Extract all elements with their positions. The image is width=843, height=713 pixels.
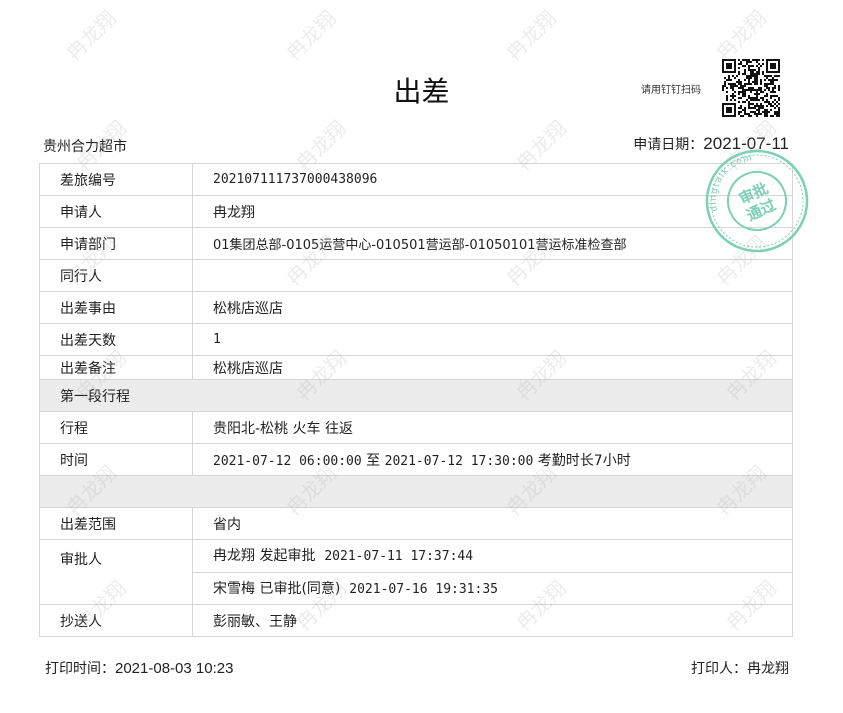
document-title: 出差 (393, 75, 450, 108)
row-label: 出差备注 (39, 355, 193, 380)
qr-code-icon (722, 59, 780, 117)
table-row: 审批人 冉龙翔 发起审批 2021-07-11 17:37:44 宋雪梅 已审批… (39, 539, 793, 605)
approval-entry: 冉龙翔 发起审批 2021-07-11 17:37:44 (193, 540, 792, 572)
travel-form-table: 差旅编号 20210711173700043809​6 申请人 冉龙翔 申请部门… (39, 163, 793, 637)
approval-time: 2021-07-11 17:37:44 (324, 549, 474, 564)
table-row: 出差范围 省内 (39, 507, 793, 540)
cc-list: 彭丽敏、王静 (192, 604, 793, 637)
blank-cell (39, 475, 793, 508)
row-label: 同行人 (39, 259, 193, 292)
approval-entry: 宋雪梅 已审批(同意) 2021-07-16 19:31:35 (193, 572, 792, 604)
table-row: 出差天数 1 (39, 323, 793, 356)
trip-time: 2021-07-12 06:00:00 至 2021-07-12 17:30:0… (192, 443, 793, 476)
approval-name-action: 宋雪梅 已审批(同意) (213, 581, 341, 597)
print-time-value: 2021-08-03 10:23 (115, 660, 234, 677)
table-row: 行程 贵阳北-松桃 火车 往返 (39, 411, 793, 444)
watermark-text: 冉龙翔 (501, 5, 561, 66)
blank-section-row (39, 475, 793, 508)
companions (192, 259, 793, 292)
printer-label: 打印人： (691, 661, 747, 677)
watermark-text: 冉龙翔 (281, 5, 341, 66)
trip-scope: 省内 (192, 507, 793, 540)
time-start: 2021-07-12 06:00:00 (213, 453, 362, 469)
print-time: 打印时间：2021-08-03 10:23 (45, 658, 233, 678)
row-label: 时间 (39, 443, 193, 476)
table-row: 差旅编号 20210711173700043809​6 (39, 163, 793, 196)
time-end: 2021-07-12 17:30:00 (384, 453, 534, 469)
row-label: 审批人 (39, 539, 193, 605)
table-row: 同行人 (39, 259, 793, 292)
printer-value: 冉龙翔 (747, 661, 789, 677)
company-name: 贵州合力超市 (43, 139, 127, 155)
approval-name-action: 冉龙翔 发起审批 (213, 548, 316, 564)
qr-caption: 请用钉钉扫码 (641, 85, 701, 96)
route: 贵阳北-松桃 火车 往返 (192, 411, 793, 444)
row-label: 出差范围 (39, 507, 193, 540)
print-time-label: 打印时间： (45, 661, 115, 677)
segment-title: 第一段行程 (39, 379, 793, 412)
table-row: 时间 2021-07-12 06:00:00 至 2021-07-12 17:3… (39, 443, 793, 476)
table-row: 出差事由 松桃店巡店 (39, 291, 793, 324)
row-label: 出差事由 (39, 291, 193, 324)
apply-date-label: 申请日期： (633, 137, 704, 153)
row-label: 抄送人 (39, 604, 193, 637)
row-label: 差旅编号 (39, 163, 193, 196)
trip-reason: 松桃店巡店 (192, 291, 793, 324)
watermark-text: 冉龙翔 (61, 5, 121, 66)
row-label: 申请部门 (39, 227, 193, 260)
row-label: 行程 (39, 411, 193, 444)
table-row: 抄送人 彭丽敏、王静 (39, 604, 793, 637)
attendance-note: 考勤时长7小时 (537, 452, 631, 469)
trip-remark: 松桃店巡店 (192, 355, 793, 380)
watermark-text: 冉龙翔 (711, 5, 771, 66)
printer: 打印人：冉龙翔 (691, 658, 789, 678)
approval-list: 冉龙翔 发起审批 2021-07-11 17:37:44 宋雪梅 已审批(同意)… (192, 539, 793, 605)
row-label: 出差天数 (39, 323, 193, 356)
approval-time: 2021-07-16 19:31:35 (349, 582, 498, 597)
trip-days: 1 (192, 323, 793, 356)
table-row: 申请部门 01集团总部-0105运营中心-010501营运部-01050101营… (39, 227, 793, 260)
table-row: 申请人 冉龙翔 (39, 195, 793, 228)
approved-stamp-icon: dingtalk.com 审批 通过 (702, 149, 809, 253)
segment-header-row: 第一段行程 (39, 379, 793, 412)
row-label: 申请人 (39, 195, 193, 228)
time-separator: 至 (366, 452, 381, 469)
table-row: 出差备注 松桃店巡店 (39, 355, 793, 380)
